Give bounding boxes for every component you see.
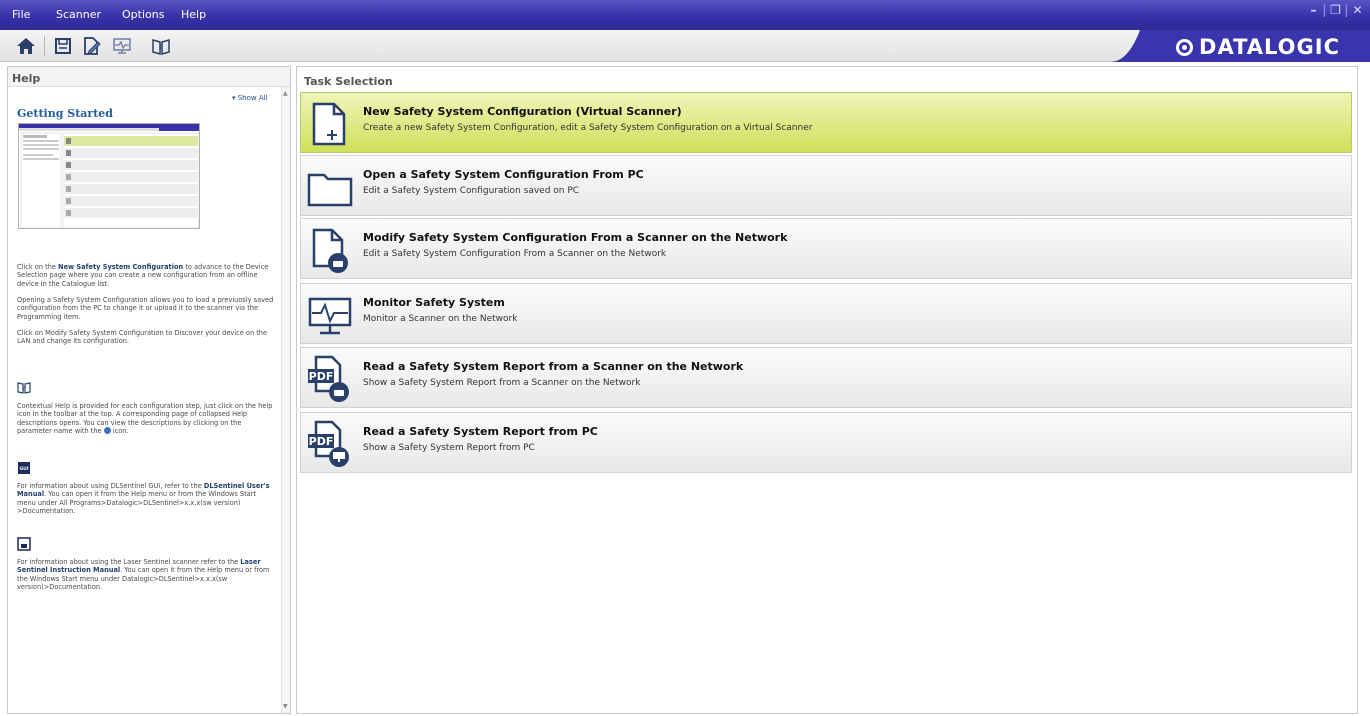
restore-button[interactable]: ❐ [1329,3,1342,17]
help-panel: Help ▾ Show All Getting Started Click on… [7,66,291,714]
menu-options[interactable]: Options [122,8,164,21]
scanner-manual-icon [17,537,31,551]
monitor-icon [308,297,352,335]
task-open-config[interactable]: Open a Safety System Configuration From … [300,155,1352,216]
pdf-scanner-icon: PDF [308,355,349,402]
menu-help[interactable]: Help [181,8,206,21]
home-icon[interactable] [15,35,37,57]
folder-icon [307,173,353,207]
task-description: Edit a Safety System Configuration saved… [363,186,580,196]
svg-text:GUI: GUI [19,466,28,472]
svg-text:PDF: PDF [309,435,334,448]
help-paragraph-new-config: Click on the New Safety System Configura… [17,263,269,288]
svg-text:?: ? [23,386,26,392]
close-button[interactable]: ✕ [1351,3,1364,17]
menu-bar: File Scanner Options Help – | ❐ | ✕ [0,0,1370,30]
monitor-icon[interactable] [111,35,133,57]
task-modify-config[interactable]: Modify Safety System Configuration From … [300,218,1352,279]
help-book-icon: ? [17,382,31,394]
help-paragraph-modify-config: Click on Modify Safety System Configurat… [17,329,268,346]
toolbar-divider [44,36,45,56]
menu-scanner[interactable]: Scanner [56,8,101,21]
menu-file[interactable]: File [12,8,30,21]
task-new-config[interactable]: New Safety System Configuration (Virtual… [300,92,1352,153]
task-description: Monitor a Scanner on the Network [363,314,518,324]
getting-started-heading: Getting Started [17,107,113,120]
help-paragraph-gui-manual: For information about using DLSentinel G… [17,482,270,515]
task-read-report-pc[interactable]: PDF Read a Safety System Report from PC … [300,412,1352,473]
datalogic-logo: DATALOGIC [1176,35,1340,59]
task-monitor-system[interactable]: Monitor Safety System Monitor a Scanner … [300,283,1352,344]
task-panel-title: Task Selection [304,75,393,88]
divider: | [1344,3,1349,17]
info-icon [103,427,111,435]
task-description: Show a Safety System Report from PC [363,443,535,453]
task-description: Show a Safety System Report from a Scann… [363,378,641,388]
new-file-icon [312,102,346,146]
task-read-report-network[interactable]: PDF Read a Safety System Report from a S… [300,347,1352,408]
task-title: Monitor Safety System [363,296,505,309]
task-title: Read a Safety System Report from a Scann… [363,360,744,373]
svg-text:PDF: PDF [309,370,334,383]
task-title: Read a Safety System Report from PC [363,425,598,438]
scroll-up-arrow-icon[interactable]: ▲ [283,90,288,97]
help-panel-title: Help [12,72,41,85]
scanner-file-icon [312,228,348,273]
task-title: Modify Safety System Configuration From … [363,231,788,244]
show-all-link[interactable]: ▾ Show All [232,94,268,102]
logo-mark-icon [1176,38,1194,56]
screenshot-thumbnail [18,123,200,229]
help-paragraph-open-config: Opening a Safety System Configuration al… [17,296,274,321]
task-description: Edit a Safety System Configuration From … [363,249,667,259]
task-panel: Task Selection New Safety System Configu… [296,66,1358,714]
scroll-down-arrow-icon[interactable]: ▼ [283,703,288,710]
divider: | [1322,3,1327,17]
help-scrollbar[interactable]: ▲ ▼ [281,87,290,713]
edit-icon[interactable] [80,35,102,57]
task-title: New Safety System Configuration (Virtual… [363,105,682,118]
help-panel-header [8,67,290,87]
save-icon[interactable] [52,35,74,57]
logo-text: DATALOGIC [1199,35,1340,59]
pdf-pc-icon: PDF [308,420,349,467]
help-book-icon[interactable]: ? [150,35,172,57]
gui-manual-icon: GUI [18,462,30,474]
svg-text:?: ? [159,43,163,51]
window-controls: – | ❐ | ✕ [1307,3,1364,17]
task-description: Create a new Safety System Configuration… [363,123,813,133]
task-title: Open a Safety System Configuration From … [363,168,644,181]
minimize-button[interactable]: – [1307,3,1320,17]
toolbar: ? DATALOGIC [0,30,1370,62]
help-paragraph-contextual: Contextual Help is provided for each con… [17,402,273,435]
help-paragraph-scanner-manual: For information about using the Laser Se… [17,558,270,591]
